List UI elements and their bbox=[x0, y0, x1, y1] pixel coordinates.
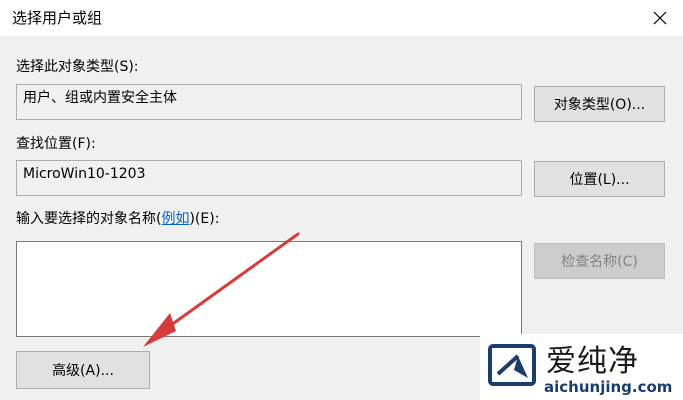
watermark-title: 爱纯净 bbox=[546, 344, 639, 379]
examples-link[interactable]: 例如 bbox=[161, 211, 189, 227]
location-field: MicroWin10-1203 bbox=[16, 160, 522, 196]
location-label: 查找位置(F): bbox=[16, 136, 96, 152]
object-names-input[interactable] bbox=[16, 241, 522, 337]
brand-logo-icon bbox=[488, 344, 536, 386]
object-names-label-prefix: 输入要选择的对象名称( bbox=[16, 211, 162, 227]
watermark-url: aichunjing.com bbox=[544, 378, 673, 396]
title-bar: 选择用户或组 bbox=[0, 0, 683, 36]
object-types-button[interactable]: 对象类型(O)... bbox=[534, 86, 665, 122]
object-names-label: 输入要选择的对象名称(例如)(E): bbox=[16, 210, 219, 228]
location-value: MicroWin10-1203 bbox=[23, 166, 146, 182]
object-names-label-suffix: )(E): bbox=[189, 211, 220, 227]
close-button[interactable] bbox=[637, 0, 683, 36]
object-type-field: 用户、组或内置安全主体 bbox=[16, 84, 522, 120]
close-icon bbox=[653, 11, 667, 25]
check-names-button[interactable]: 检查名称(C) bbox=[534, 243, 665, 279]
site-watermark: 爱纯净 aichunjing.com bbox=[480, 334, 683, 400]
locations-button[interactable]: 位置(L)... bbox=[534, 161, 665, 197]
object-type-value: 用户、组或内置安全主体 bbox=[23, 90, 177, 106]
advanced-button[interactable]: 高级(A)... bbox=[16, 351, 150, 389]
object-type-label: 选择此对象类型(S): bbox=[16, 59, 139, 75]
window-title: 选择用户或组 bbox=[12, 9, 103, 27]
